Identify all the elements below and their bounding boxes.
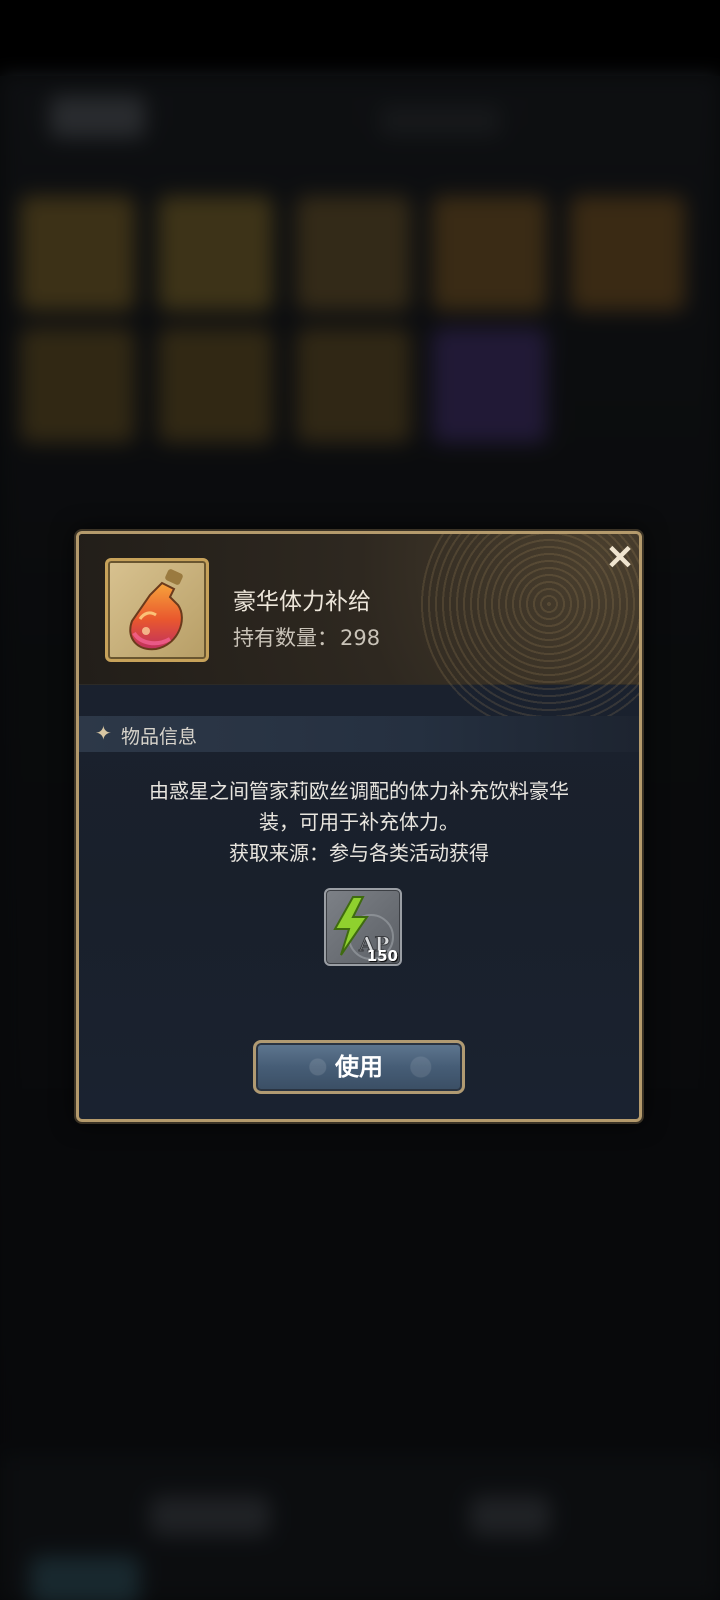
- section-header: ✦ 物品信息: [79, 716, 639, 752]
- reward-amount: 150: [366, 947, 398, 965]
- source-line: 获取来源：参与各类活动获得: [229, 841, 489, 865]
- use-button[interactable]: 使用: [253, 1040, 465, 1094]
- use-button-label: 使用: [335, 1052, 383, 1081]
- item-info-dialog: 豪华体力补给 持有数量：298 ✕ ✦ 物品信息 由惑星之间管家莉欧丝调配的体力…: [76, 531, 642, 1122]
- quantity-label: 持有数量：: [233, 626, 338, 650]
- dialog-header: 豪华体力补给 持有数量：298 ✕: [79, 534, 639, 734]
- screen: 豪华体力补给 持有数量：298 ✕ ✦ 物品信息 由惑星之间管家莉欧丝调配的体力…: [0, 0, 720, 1600]
- description-line: 由惑星之间管家莉欧丝调配的体力补充饮料豪华: [149, 779, 569, 803]
- close-icon[interactable]: ✕: [604, 541, 636, 575]
- quantity-value: 298: [340, 626, 381, 650]
- item-quantity: 持有数量：298: [233, 622, 380, 652]
- sparkle-icon: ✦: [95, 721, 112, 745]
- potion-bottle-icon: [129, 569, 183, 651]
- item-icon-frame: [105, 558, 209, 662]
- section-title: 物品信息: [121, 726, 198, 748]
- item-description: 由惑星之间管家莉欧丝调配的体力补充饮料豪华 装，可用于补充体力。 获取来源：参与…: [99, 776, 619, 869]
- reward-item[interactable]: AP 150: [324, 888, 402, 966]
- description-line: 装，可用于补充体力。: [259, 810, 459, 834]
- item-name: 豪华体力补给: [233, 589, 371, 615]
- status-bar: [0, 0, 720, 76]
